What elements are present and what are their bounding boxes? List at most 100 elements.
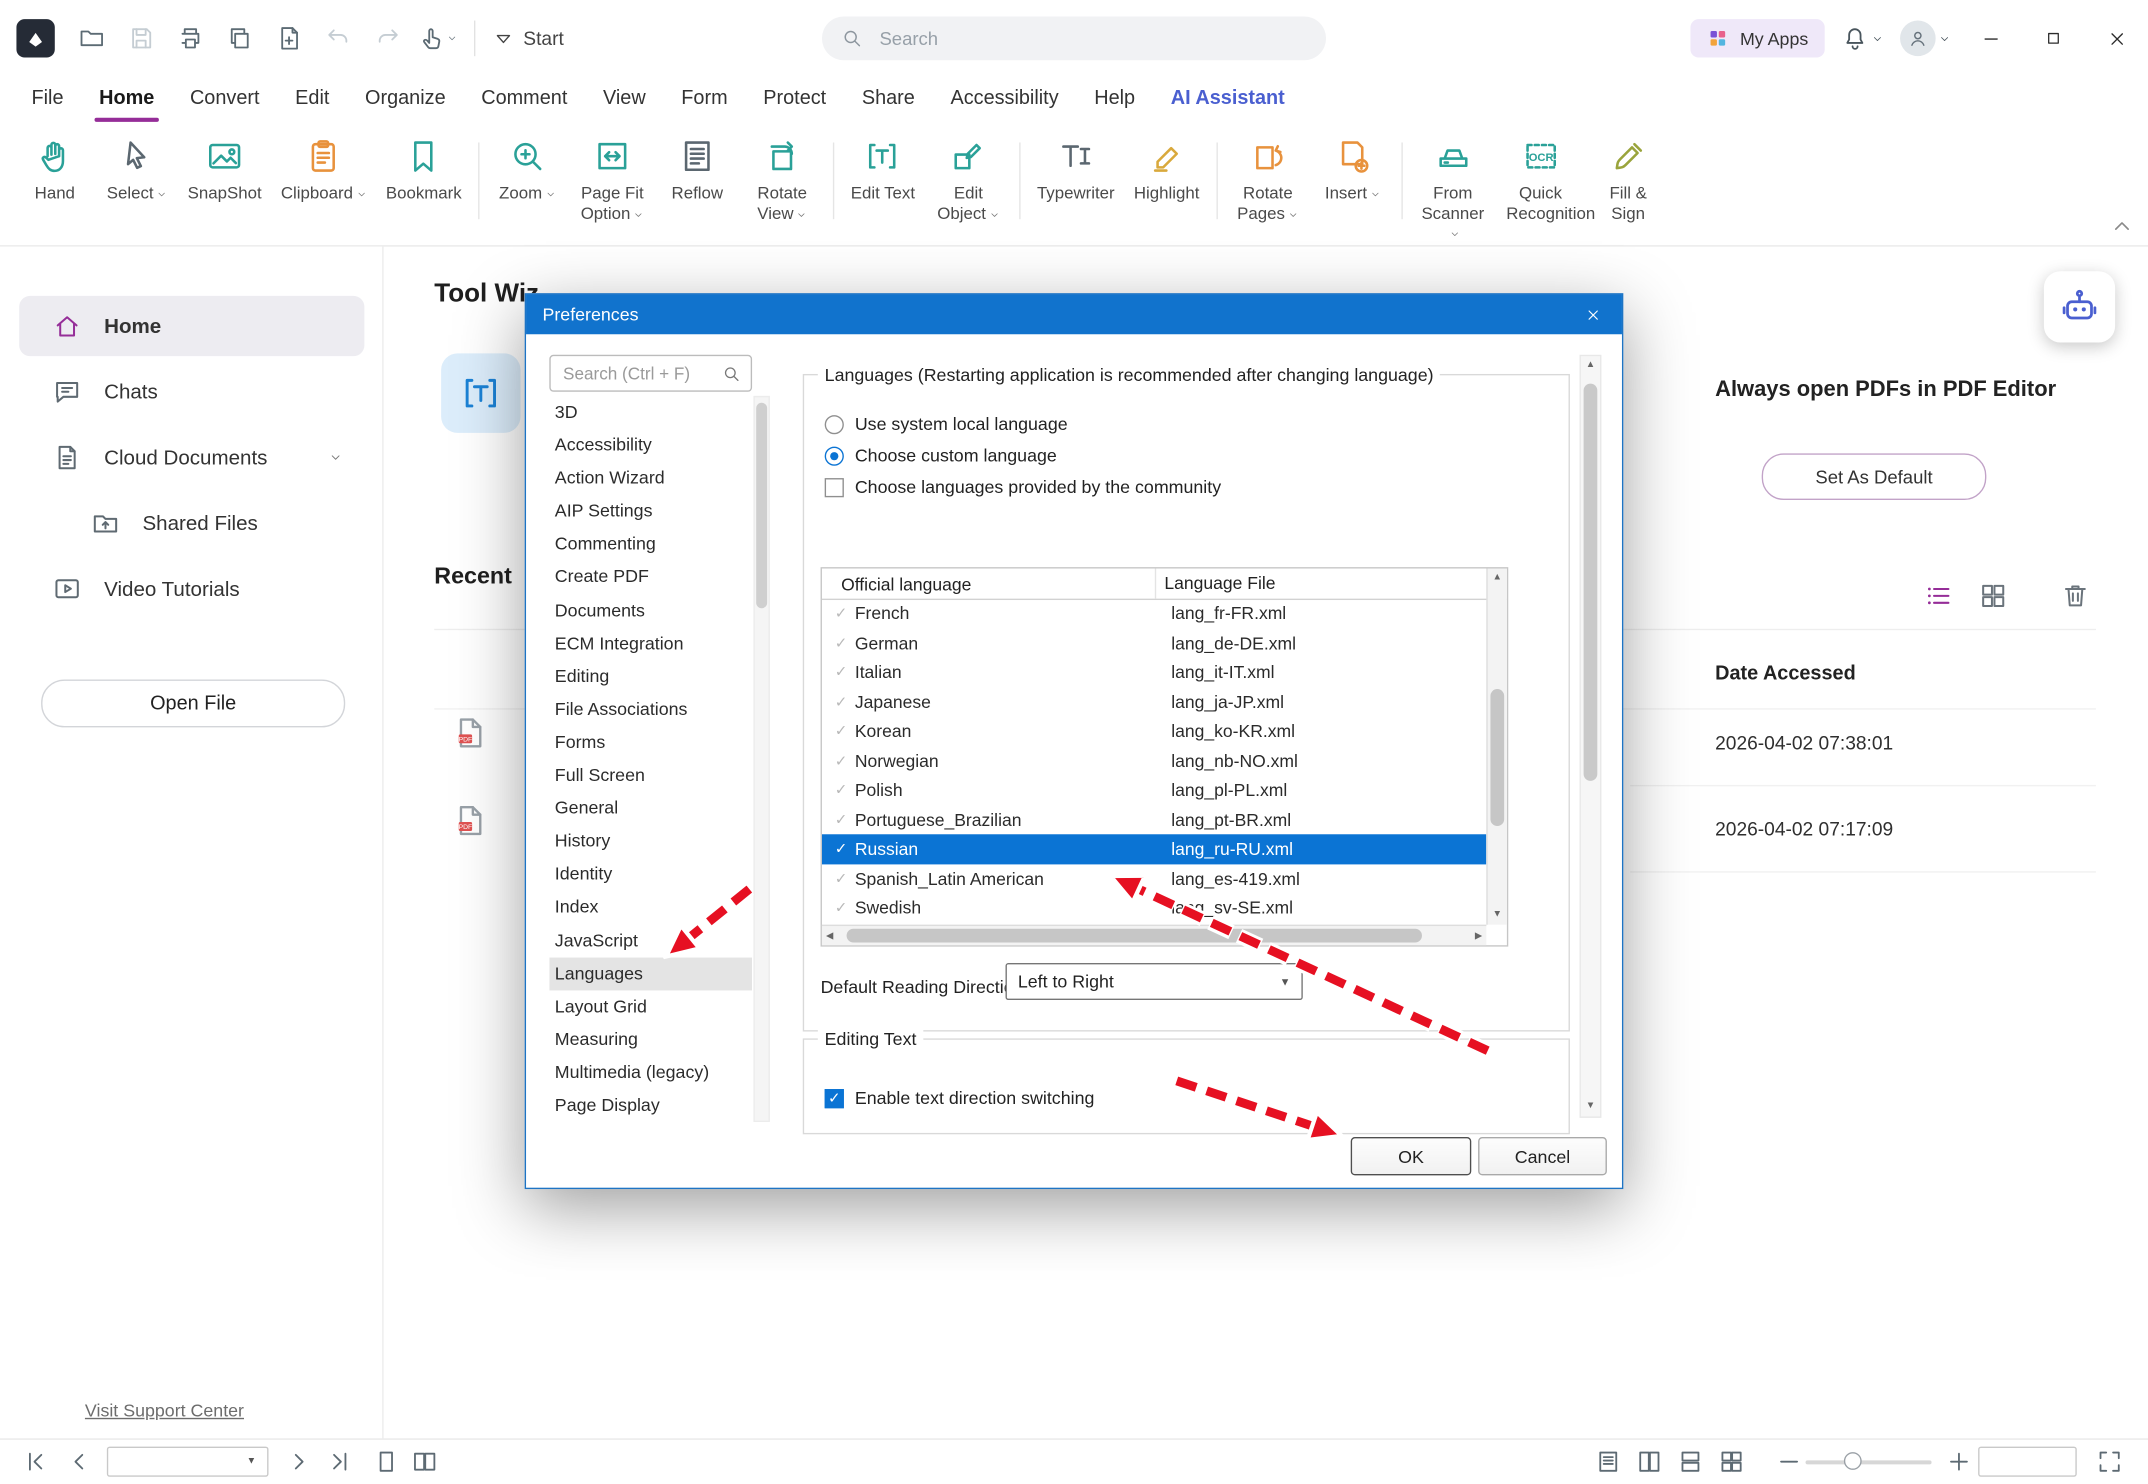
print-button[interactable] (170, 18, 211, 59)
tool-from-scanner[interactable]: From Scanner (1409, 123, 1497, 243)
column-language-file[interactable]: Language File (1155, 569, 1507, 599)
scrollbar-thumb[interactable] (1584, 384, 1598, 781)
table-vertical-scrollbar[interactable]: ▲ ▼ (1486, 569, 1507, 925)
pref-category-measuring[interactable]: Measuring (549, 1023, 752, 1056)
recent-file-icon[interactable]: PDF (452, 803, 488, 839)
tool-typewriter[interactable]: Typewriter (1027, 123, 1124, 203)
copy-button[interactable] (219, 18, 260, 59)
undo-button[interactable] (318, 18, 359, 59)
pref-category-multimedia-legacy[interactable]: Multimedia (legacy) (549, 1056, 752, 1089)
pref-category-action-wizard[interactable]: Action Wizard (549, 462, 752, 495)
global-search-input[interactable] (877, 27, 1307, 50)
book-view-icon[interactable] (1677, 1448, 1704, 1475)
tool-edit-object[interactable]: Edit Object (925, 123, 1013, 223)
category-list-scrollbar[interactable] (753, 396, 769, 1122)
menu-convert[interactable]: Convert (172, 77, 277, 124)
ok-button[interactable]: OK (1351, 1137, 1472, 1175)
menu-edit[interactable]: Edit (277, 77, 347, 124)
menu-organize[interactable]: Organize (347, 77, 463, 124)
menu-accessibility[interactable]: Accessibility (933, 77, 1077, 124)
menu-view[interactable]: View (585, 77, 663, 124)
fit-page-icon[interactable] (2096, 1448, 2123, 1475)
preferences-search-input[interactable] (560, 362, 716, 384)
pref-category-javascript[interactable]: JavaScript (549, 924, 752, 957)
pref-category-create-pdf[interactable]: Create PDF (549, 561, 752, 594)
scroll-down-icon[interactable]: ▼ (1581, 1097, 1600, 1116)
dialog-scrollbar[interactable]: ▲ ▼ (1579, 355, 1601, 1118)
language-row-portuguese-brazilian[interactable]: ✓Portuguese_Brazilianlang_pt-BR.xml (822, 805, 1486, 834)
single-page-icon[interactable] (373, 1448, 400, 1475)
save-button[interactable] (121, 18, 162, 59)
scroll-right-icon[interactable]: ▶ (1475, 930, 1482, 941)
double-page-icon[interactable] (411, 1448, 438, 1475)
thumbnail-grid-icon[interactable] (1718, 1448, 1745, 1475)
preferences-search[interactable] (549, 355, 752, 392)
reading-direction-select[interactable]: Left to Right ▼ (1006, 963, 1303, 1000)
zoom-level-input[interactable] (1978, 1447, 2077, 1477)
sidebar-item-chats[interactable]: Chats (19, 362, 364, 422)
pref-category-forms[interactable]: Forms (549, 726, 752, 759)
enable-text-direction-checkbox[interactable]: ✓ Enable text direction switching (825, 1088, 1095, 1109)
column-official-language[interactable]: Official language (822, 573, 1155, 594)
menu-help[interactable]: Help (1076, 77, 1152, 124)
pref-category-ecm-integration[interactable]: ECM Integration (549, 627, 752, 660)
maximize-button[interactable] (2030, 11, 2077, 66)
collapse-ribbon-button[interactable] (2110, 214, 2135, 239)
pref-category-aip-settings[interactable]: AIP Settings (549, 495, 752, 528)
tool-clipboard[interactable]: Clipboard (271, 123, 376, 203)
pref-category-identity[interactable]: Identity (549, 858, 752, 891)
pref-category-editing[interactable]: Editing (549, 660, 752, 693)
last-page-icon[interactable] (326, 1448, 353, 1475)
tool-bookmark[interactable]: Bookmark (376, 123, 471, 203)
pref-category-languages[interactable]: Languages (549, 957, 752, 990)
app-logo[interactable] (16, 19, 54, 57)
grid-view-button[interactable] (1978, 581, 2008, 611)
continuous-page-icon[interactable] (1595, 1448, 1622, 1475)
pref-category-full-screen[interactable]: Full Screen (549, 759, 752, 792)
zoom-slider-track[interactable] (1806, 1460, 1932, 1464)
language-row-french[interactable]: ✓Frenchlang_fr-FR.xml (822, 599, 1486, 628)
pref-category-index[interactable]: Index (549, 891, 752, 924)
language-row-korean[interactable]: ✓Koreanlang_ko-KR.xml (822, 716, 1486, 745)
tool-select[interactable]: Select (96, 123, 178, 203)
tool-hand[interactable]: Hand (14, 123, 96, 203)
my-apps-button[interactable]: My Apps (1691, 19, 1825, 57)
pref-category-commenting[interactable]: Commenting (549, 528, 752, 561)
dialog-titlebar[interactable]: Preferences (526, 295, 1622, 335)
language-row-russian[interactable]: ✓Russianlang_ru-RU.xml (822, 834, 1486, 863)
community-languages-checkbox[interactable]: Choose languages provided by the communi… (825, 477, 1221, 498)
pref-category-documents[interactable]: Documents (549, 594, 752, 627)
notifications-button[interactable] (1841, 25, 1883, 52)
menu-share[interactable]: Share (844, 77, 933, 124)
global-search[interactable] (822, 16, 1326, 60)
sidebar-item-shared-files[interactable]: Shared Files (19, 493, 364, 553)
pref-category-general[interactable]: General (549, 792, 752, 825)
tool-snapshot[interactable]: SnapShot (178, 123, 271, 203)
scroll-down-icon[interactable]: ▼ (1488, 906, 1507, 925)
tool-fill-sign[interactable]: Fill & Sign (1584, 123, 1672, 223)
recent-file-icon[interactable]: PDF (452, 715, 488, 751)
cancel-button[interactable]: Cancel (1478, 1137, 1607, 1175)
language-row-german[interactable]: ✓Germanlang_de-DE.xml (822, 628, 1486, 657)
tool-rotate-pages[interactable]: Rotate Pages (1224, 123, 1312, 223)
menu-file[interactable]: File (14, 77, 82, 124)
next-page-icon[interactable] (285, 1448, 312, 1475)
language-row-swedish[interactable]: ✓Swedishlang_sv-SE.xml (822, 893, 1486, 922)
zoom-out-icon[interactable] (1775, 1448, 1802, 1475)
scrollbar-thumb[interactable] (847, 929, 1422, 943)
start-menu-button[interactable]: Start (493, 0, 564, 77)
language-row-japanese[interactable]: ✓Japaneselang_ja-JP.xml (822, 687, 1486, 716)
prev-page-icon[interactable] (66, 1448, 93, 1475)
account-button[interactable] (1900, 21, 1951, 57)
folder-open-button[interactable] (71, 18, 112, 59)
pref-category-3d[interactable]: 3D (549, 396, 752, 429)
delete-button[interactable] (2060, 581, 2090, 611)
facing-pages-icon[interactable] (1636, 1448, 1663, 1475)
ai-assistant-fab[interactable] (2044, 271, 2115, 342)
language-row-italian[interactable]: ✓Italianlang_it-IT.xml (822, 658, 1486, 687)
zoom-slider-handle[interactable] (1844, 1452, 1862, 1470)
tool-rotate-view[interactable]: Rotate View (738, 123, 826, 223)
edit-text-tool-tile[interactable] (441, 353, 520, 432)
scroll-up-icon[interactable]: ▲ (1581, 356, 1600, 375)
language-row-spanish-latin-american[interactable]: ✓Spanish_Latin Americanlang_es-419.xml (822, 864, 1486, 893)
